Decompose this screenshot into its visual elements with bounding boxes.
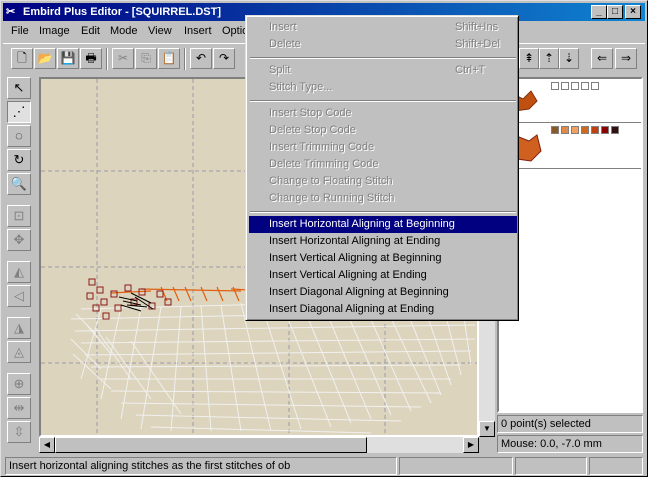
menu-item-split[interactable]: Split Ctrl+T [249,62,517,79]
menu-edit[interactable]: Edit [81,25,100,37]
menu-item-delete-trimming-code[interactable]: Delete Trimming Code [249,156,517,173]
undo-icon[interactable]: ↶ [190,48,212,69]
menu-item-vertical-aligning-beginning[interactable]: Insert Vertical Aligning at Beginning [249,250,517,267]
menu-image[interactable]: Image [39,25,70,37]
center-horizontal-icon[interactable]: ⇹ [7,397,31,419]
menu-item-change-to-running[interactable]: Change to Running Stitch [249,190,517,207]
application-window: ✂ Embird Plus Editor - [SQUIRREL.DST] _ … [0,0,648,477]
window-title: Embird Plus Editor - [SQUIRREL.DST] [23,6,222,18]
object-row[interactable] [499,79,641,123]
copy-icon[interactable]: ⎘ [135,48,157,69]
menu-view[interactable]: View [148,25,172,37]
horizontal-scrollbar[interactable]: ◀ ▶ [39,437,479,453]
horizontal-scroll-thumb[interactable] [55,437,367,453]
menu-item-change-to-floating[interactable]: Change to Floating Stitch [249,173,517,190]
toolbar-separator [106,48,108,70]
selection-count: 0 point(s) selected [497,415,643,433]
skew-vertical-icon[interactable]: ◬ [7,341,31,363]
open-icon[interactable]: 📂 [34,48,56,69]
close-button[interactable]: × [625,5,641,19]
menu-separator [250,100,516,102]
redo-icon[interactable]: ↷ [213,48,235,69]
mirror-right-icon[interactable]: ⇒ [615,48,637,69]
color-swatch[interactable] [591,82,599,90]
object-row[interactable] [499,123,641,169]
menu-item-delete[interactable]: Delete Shift+Del [249,36,517,53]
menu-item-delete-stop-code[interactable]: Delete Stop Code [249,122,517,139]
menu-separator [250,211,516,213]
app-icon[interactable]: ✂ [6,5,20,19]
status-panel [589,457,643,475]
context-menu: Insert Shift+Ins Delete Shift+Del Split Ctr… [245,15,519,321]
palette-swatch[interactable] [571,126,579,134]
status-bar: Insert horizontal aligning stitches as t… [3,456,645,475]
move-icon[interactable]: ✥ [7,229,31,251]
tool-palette: ↖ ⋰ ◌ ↻ 🔍 ⊡ ✥ ◭ ◁ ◮ ◬ ⊕ ⇹ ⇳ [5,77,35,449]
lasso-icon[interactable]: ◌ [7,125,31,147]
flip-horizontal-icon[interactable]: ◭ [7,261,31,283]
palette-swatch[interactable] [601,126,609,134]
scroll-down-icon[interactable]: ▼ [479,421,495,437]
align-up-icon[interactable]: ⇡ [539,48,559,69]
palette-swatch[interactable] [561,126,569,134]
flip-vertical-icon[interactable]: ◁ [7,285,31,307]
new-icon[interactable]: 🗋 [11,48,33,69]
scroll-left-icon[interactable]: ◀ [39,437,55,453]
status-hint: Insert horizontal aligning stitches as t… [5,457,397,475]
zoom-icon[interactable]: 🔍 [7,173,31,195]
menu-insert[interactable]: Insert [184,25,212,37]
menu-item-insert-trimming-code[interactable]: Insert Trimming Code [249,139,517,156]
skew-horizontal-icon[interactable]: ◮ [7,317,31,339]
palette-swatch[interactable] [591,126,599,134]
resize-icon[interactable]: ⊡ [7,205,31,227]
save-icon[interactable]: 💾 [57,48,79,69]
menu-item-diagonal-aligning-beginning[interactable]: Insert Diagonal Aligning at Beginning [249,284,517,301]
menu-mode[interactable]: Mode [110,25,138,37]
menu-item-diagonal-aligning-ending[interactable]: Insert Diagonal Aligning at Ending [249,301,517,318]
menu-item-insert[interactable]: Insert Shift+Ins [249,19,517,36]
menu-item-insert-stop-code[interactable]: Insert Stop Code [249,105,517,122]
mouse-coordinates: Mouse: 0.0, -7.0 mm [497,435,643,453]
color-swatch[interactable] [581,82,589,90]
color-swatch[interactable] [571,82,579,90]
align-top-icon[interactable]: ⇞ [519,48,539,69]
mirror-left-icon[interactable]: ⇐ [591,48,613,69]
minimize-button[interactable]: _ [591,5,607,19]
menu-separator [250,57,516,59]
menu-item-stitch-type[interactable]: Stitch Type... [249,79,517,96]
menu-item-vertical-aligning-ending[interactable]: Insert Vertical Aligning at Ending [249,267,517,284]
cut-icon[interactable]: ✂ [112,48,134,69]
palette-swatch[interactable] [581,126,589,134]
toolbar-separator [184,48,186,70]
center-icon[interactable]: ⊕ [7,373,31,395]
color-swatch[interactable] [551,82,559,90]
maximize-button[interactable]: □ [607,5,623,19]
status-panel [399,457,513,475]
palette-swatch[interactable] [611,126,619,134]
menu-item-horizontal-aligning-beginning[interactable]: Insert Horizontal Aligning at Beginning [249,216,517,233]
pointer-icon[interactable]: ↖ [7,77,31,99]
center-vertical-icon[interactable]: ⇳ [7,421,31,443]
stitch-select-icon[interactable]: ⋰ [7,101,31,123]
paste-icon[interactable]: 📋 [158,48,180,69]
status-panel [515,457,587,475]
menu-item-horizontal-aligning-ending[interactable]: Insert Horizontal Aligning at Ending [249,233,517,250]
align-down-icon[interactable]: ⇣ [559,48,579,69]
menu-file[interactable]: File [11,25,29,37]
print-icon[interactable]: 🖶 [80,48,102,69]
rotate-icon[interactable]: ↻ [7,149,31,171]
scroll-right-icon[interactable]: ▶ [463,437,479,453]
color-swatch[interactable] [561,82,569,90]
palette-swatch[interactable] [551,126,559,134]
